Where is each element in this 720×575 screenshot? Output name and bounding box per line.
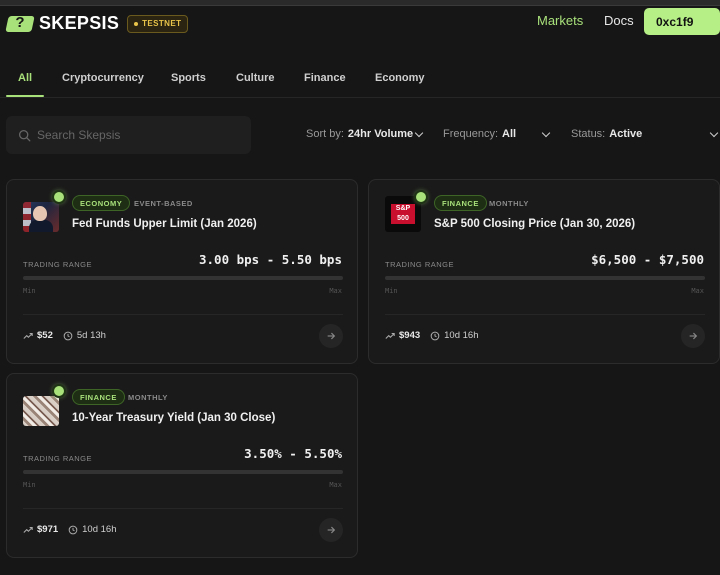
frequency-value: All [502, 128, 517, 140]
search-box[interactable] [6, 116, 251, 154]
trading-range-label: TRADING RANGE [23, 454, 93, 463]
testnet-dot-icon [134, 21, 139, 26]
tab-cryptocurrency[interactable]: Cryptocurrency [62, 72, 144, 84]
max-label: Max [329, 287, 342, 295]
card-divider [23, 314, 343, 315]
min-label: Min [385, 287, 398, 295]
card-footer: $971 10d 16h [23, 524, 116, 535]
frequency-tag: MONTHLY [489, 199, 529, 208]
tab-culture[interactable]: Culture [236, 72, 275, 84]
tab-economy[interactable]: Economy [375, 72, 425, 84]
active-tab-underline [6, 95, 44, 97]
trending-up-icon [385, 332, 395, 339]
category-tabs: All Cryptocurrency Sports Culture Financ… [0, 60, 720, 98]
testnet-badge: TESTNET [127, 14, 189, 33]
search-input[interactable] [37, 128, 237, 142]
market-title[interactable]: Fed Funds Upper Limit (Jan 2026) [72, 218, 257, 230]
trading-range-label: TRADING RANGE [385, 260, 455, 269]
brand-name: SKEPSIS [39, 13, 120, 33]
time-remaining: 5d 13h [63, 330, 106, 341]
chevron-down-icon [709, 128, 719, 138]
status-value: Active [609, 128, 643, 140]
tab-finance[interactable]: Finance [304, 72, 346, 84]
market-card[interactable]: ECONOMY EVENT-BASED Fed Funds Upper Limi… [6, 179, 358, 364]
header: SKEPSIS TESTNET Markets Docs 0xc1f9 [0, 6, 720, 42]
sort-by-value: 24hr Volume [347, 128, 414, 140]
volume-value: $971 [37, 524, 59, 535]
clock-icon [68, 525, 78, 534]
market-thumbnail: S&P 500 [385, 196, 421, 232]
testnet-label: TESTNET [142, 19, 182, 28]
range-bar [385, 276, 705, 280]
card-divider [23, 508, 343, 509]
market-title[interactable]: S&P 500 Closing Price (Jan 30, 2026) [434, 218, 635, 230]
time-remaining-value: 10d 16h [444, 330, 479, 341]
sort-by-dropdown[interactable]: Sort by: 24hr Volume [306, 128, 424, 140]
frequency-tag: EVENT-BASED [134, 199, 193, 208]
chevron-down-icon [541, 128, 551, 138]
nav-markets-link[interactable]: Markets [537, 13, 583, 28]
clock-icon [430, 331, 440, 340]
chevron-down-icon [414, 128, 424, 138]
frequency-dropdown[interactable]: Frequency: All [443, 128, 551, 140]
trading-range-value: 3.00 bps - 5.50 bps [199, 252, 342, 267]
time-remaining-value: 5d 13h [76, 330, 106, 341]
card-divider [385, 314, 705, 315]
status-label: Status: [571, 128, 606, 140]
arrow-right-icon [327, 526, 336, 534]
trading-range-value: 3.50% - 5.50% [244, 446, 342, 461]
max-label: Max [691, 287, 704, 295]
wallet-address-button[interactable]: 0xc1f9 [644, 8, 720, 35]
time-remaining: 10d 16h [430, 330, 478, 341]
market-card[interactable]: FINANCE MONTHLY 10-Year Treasury Yield (… [6, 373, 358, 558]
trading-range-value: $6,500 - $7,500 [591, 252, 704, 267]
logo-mark-icon [5, 15, 35, 32]
category-badge: ECONOMY [72, 195, 131, 211]
max-label: Max [329, 481, 342, 489]
market-card[interactable]: S&P 500 FINANCE MONTHLY S&P 500 Closing … [368, 179, 720, 364]
status-dropdown[interactable]: Status: Active [571, 128, 719, 140]
min-label: Min [23, 287, 36, 295]
trending-up-icon [23, 332, 33, 339]
volume-value: $943 [399, 330, 421, 341]
range-bar [23, 276, 343, 280]
open-market-button[interactable] [319, 518, 343, 542]
search-icon [18, 129, 31, 141]
brand-logo[interactable]: SKEPSIS TESTNET [5, 13, 189, 34]
frequency-label: Frequency: [443, 128, 499, 140]
market-title[interactable]: 10-Year Treasury Yield (Jan 30 Close) [72, 412, 275, 424]
sp500-logo-text: S&P 500 [391, 204, 415, 224]
range-bar [23, 470, 343, 474]
arrow-right-icon [689, 332, 698, 340]
frequency-tag: MONTHLY [128, 393, 168, 402]
category-badge: FINANCE [434, 195, 487, 211]
live-status-icon [54, 386, 64, 396]
live-status-icon [416, 192, 426, 202]
open-market-button[interactable] [319, 324, 343, 348]
sort-by-label: Sort by: [306, 128, 344, 140]
trading-range-label: TRADING RANGE [23, 260, 93, 269]
market-thumbnail [23, 202, 59, 232]
clock-icon [63, 331, 73, 340]
min-label: Min [23, 481, 36, 489]
card-footer: $943 10d 16h [385, 330, 478, 341]
time-remaining: 10d 16h [68, 524, 116, 535]
arrow-right-icon [327, 332, 336, 340]
tab-all[interactable]: All [18, 72, 32, 84]
live-status-icon [54, 192, 64, 202]
market-thumbnail [23, 396, 59, 426]
nav-docs-link[interactable]: Docs [604, 13, 634, 28]
trending-up-icon [23, 526, 33, 533]
volume-value: $52 [37, 330, 53, 341]
time-remaining-value: 10d 16h [82, 524, 117, 535]
open-market-button[interactable] [681, 324, 705, 348]
card-footer: $52 5d 13h [23, 330, 106, 341]
tab-sports[interactable]: Sports [171, 72, 206, 84]
category-badge: FINANCE [72, 389, 125, 405]
